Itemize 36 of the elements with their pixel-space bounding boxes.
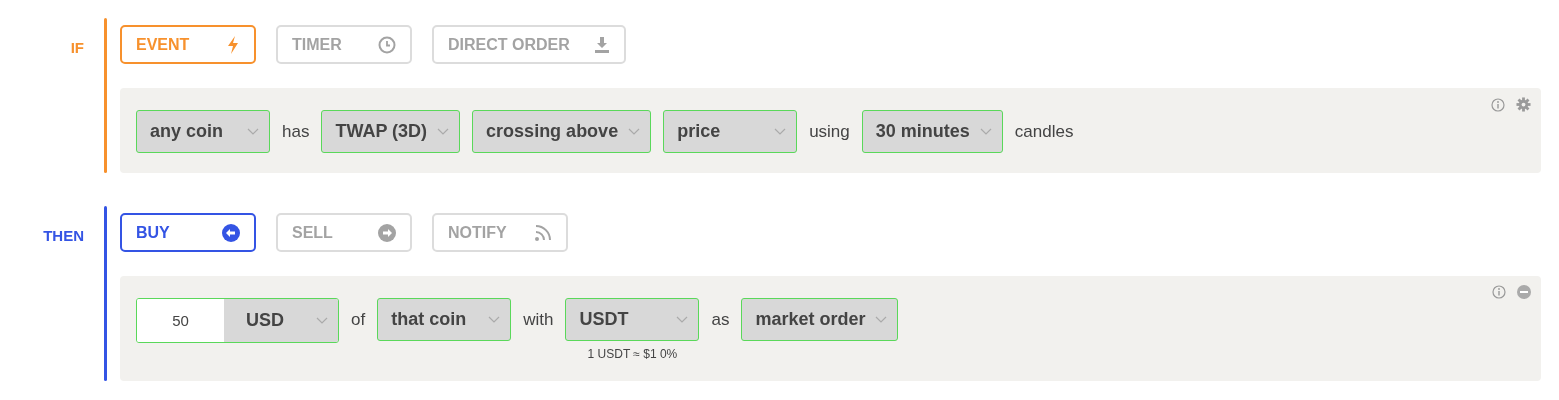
arrow-right-icon	[378, 223, 396, 242]
download-icon	[593, 35, 610, 54]
section-label: IF	[69, 38, 84, 58]
rule-text: as	[711, 309, 730, 331]
settings-icon[interactable]	[1516, 97, 1531, 112]
rss-icon	[534, 223, 552, 242]
chevron-icon	[488, 315, 501, 324]
dropdown[interactable]: 30 minutes	[861, 110, 1003, 153]
chevron-icon	[979, 127, 992, 136]
arrow-left-icon	[222, 223, 240, 242]
dropdown[interactable]: any coin	[136, 110, 270, 153]
lightning-icon	[226, 34, 240, 55]
dropdown[interactable]: TWAP (3D)	[321, 110, 461, 153]
chevron-icon	[774, 127, 787, 136]
chevron-icon	[676, 315, 689, 324]
mode-tab[interactable]: BUY	[120, 213, 256, 252]
section-label: THEN	[42, 226, 84, 246]
clock-icon	[378, 35, 396, 54]
chevron-icon	[247, 127, 259, 136]
chevron-icon	[875, 315, 888, 324]
rate-note: 1 USDT ≈ $1 0%	[587, 347, 678, 361]
rule-text: candles	[1014, 121, 1074, 143]
chevron-icon	[628, 127, 641, 136]
info-icon[interactable]	[1492, 285, 1506, 299]
info-icon[interactable]	[1491, 97, 1505, 112]
rule-text: using	[809, 121, 850, 143]
dropdown[interactable]: price	[663, 110, 798, 153]
rule-text: of	[351, 309, 366, 331]
dropdown[interactable]: that coin	[377, 298, 512, 341]
dropdown[interactable]: crossing above	[472, 110, 652, 153]
rule-text: with	[523, 309, 554, 331]
dropdown[interactable]: market order	[741, 298, 899, 341]
remove-icon[interactable]	[1517, 285, 1531, 299]
dropdown[interactable]: USDT	[565, 298, 700, 341]
chevron-icon	[437, 127, 450, 136]
rule-text: has	[282, 121, 310, 143]
